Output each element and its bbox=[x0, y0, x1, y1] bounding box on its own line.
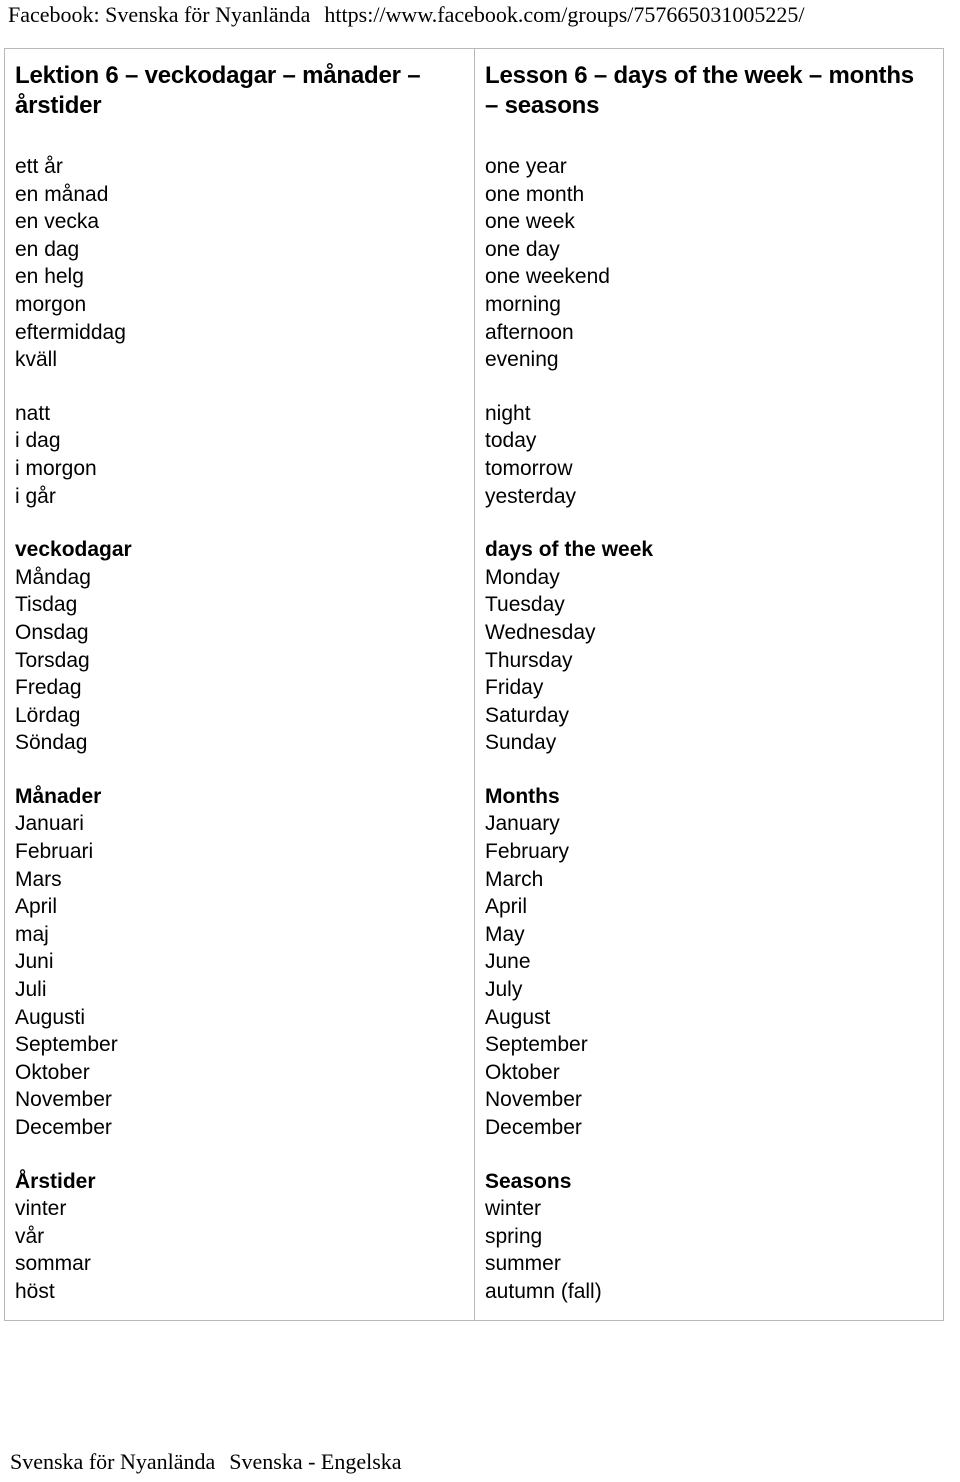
list-item: April bbox=[15, 895, 58, 919]
list-item: night bbox=[485, 401, 531, 425]
list-item: Sunday bbox=[485, 731, 557, 755]
section-heading: days of the week bbox=[485, 538, 654, 562]
list-item: January bbox=[485, 812, 560, 836]
list-item: September bbox=[15, 1033, 118, 1057]
list-item: vinter bbox=[15, 1197, 67, 1221]
list-item: Lördag bbox=[15, 703, 81, 727]
list-item: Fredag bbox=[15, 676, 82, 700]
english-block-months: Months January February March April May … bbox=[485, 783, 933, 1142]
list-item: March bbox=[485, 867, 544, 891]
list-item: Tisdag bbox=[15, 593, 78, 617]
section-heading: veckodagar bbox=[15, 538, 132, 562]
list-item: Söndag bbox=[15, 731, 88, 755]
list-item: February bbox=[485, 840, 570, 864]
list-item: en dag bbox=[15, 237, 80, 261]
vocabulary-table: Lektion 6 – veckodagar – månader – årsti… bbox=[4, 48, 944, 1321]
list-item: Juli bbox=[15, 978, 47, 1002]
page-footer: Svenska för Nyanlända Svenska - Engelska bbox=[10, 1448, 950, 1476]
list-item: morgon bbox=[15, 292, 87, 316]
list-item: one weekend bbox=[485, 265, 610, 289]
list-item: winter bbox=[485, 1197, 542, 1221]
list-item: maj bbox=[15, 922, 49, 946]
list-item: November bbox=[485, 1088, 582, 1112]
list-item: Måndag bbox=[15, 565, 91, 589]
list-item: höst bbox=[15, 1279, 55, 1303]
list-item: Thursday bbox=[485, 648, 573, 672]
list-item: Oktober bbox=[485, 1060, 560, 1084]
swedish-block-seasons: Årstider vinter vår sommar höst bbox=[15, 1168, 464, 1306]
list-item: i går bbox=[15, 484, 56, 508]
list-item: April bbox=[485, 895, 528, 919]
header-site-label: Facebook: Svenska för Nyanlända bbox=[8, 2, 311, 27]
list-item: summer bbox=[485, 1252, 561, 1276]
page-header: Facebook: Svenska för Nyanlända https://w… bbox=[8, 1, 952, 33]
swedish-block-relative-days: natt i dag i morgon i går bbox=[15, 400, 464, 510]
list-item: May bbox=[485, 922, 525, 946]
list-item: natt bbox=[15, 401, 51, 425]
english-column: Lesson 6 – days of the week – months – s… bbox=[475, 49, 943, 1320]
list-item: yesterday bbox=[485, 484, 577, 508]
section-heading: Seasons bbox=[485, 1169, 572, 1193]
footer-right-text: Svenska - Engelska bbox=[229, 1449, 402, 1474]
list-item: December bbox=[15, 1116, 112, 1139]
swedish-column: Lektion 6 – veckodagar – månader – årsti… bbox=[5, 49, 475, 1320]
list-item: vår bbox=[15, 1224, 45, 1248]
list-item: sommar bbox=[15, 1252, 91, 1276]
list-item: Mars bbox=[15, 867, 62, 891]
list-item: July bbox=[485, 978, 523, 1002]
list-item: morning bbox=[485, 292, 561, 316]
list-item: en vecka bbox=[15, 210, 100, 234]
english-block-relative-days: night today tomorrow yesterday bbox=[485, 400, 933, 510]
list-item: one month bbox=[485, 182, 585, 206]
list-item: kväll bbox=[15, 348, 58, 372]
list-item: en månad bbox=[15, 182, 109, 206]
list-item: en helg bbox=[15, 265, 84, 289]
list-item: December bbox=[485, 1116, 582, 1139]
list-item: Oktober bbox=[15, 1060, 90, 1084]
list-item: Wednesday bbox=[485, 620, 596, 644]
swedish-column-title: Lektion 6 – veckodagar – månader – årsti… bbox=[15, 62, 421, 119]
list-item: Friday bbox=[485, 676, 544, 700]
list-item: Januari bbox=[15, 812, 84, 836]
english-block-time-of-day: one year one month one week one day one … bbox=[485, 153, 933, 374]
list-item: August bbox=[485, 1005, 551, 1029]
list-item: tomorrow bbox=[485, 456, 573, 480]
list-item: Augusti bbox=[15, 1005, 86, 1029]
section-heading: Årstider bbox=[15, 1169, 96, 1193]
list-item: Onsdag bbox=[15, 620, 89, 644]
list-item: i dag bbox=[15, 429, 61, 453]
english-block-seasons: Seasons winter spring summer autumn (fal… bbox=[485, 1168, 933, 1306]
swedish-block-time-of-day: ett år en månad en vecka en dag en helg … bbox=[15, 153, 464, 374]
list-item: afternoon bbox=[485, 320, 574, 344]
list-item: November bbox=[15, 1088, 112, 1112]
list-item: today bbox=[485, 429, 537, 453]
list-item: Torsdag bbox=[15, 648, 90, 672]
footer-left-text: Svenska för Nyanlända bbox=[10, 1449, 216, 1474]
list-item: one day bbox=[485, 237, 560, 261]
header-url: https://www.facebook.com/groups/75766503… bbox=[324, 2, 805, 27]
list-item: one week bbox=[485, 210, 575, 234]
list-item: Februari bbox=[15, 840, 94, 864]
list-item: Juni bbox=[15, 950, 54, 974]
list-item: Tuesday bbox=[485, 593, 565, 617]
english-column-title: Lesson 6 – days of the week – months – s… bbox=[485, 62, 914, 119]
list-item: Monday bbox=[485, 565, 560, 589]
list-item: autumn (fall) bbox=[485, 1279, 602, 1303]
list-item: spring bbox=[485, 1224, 543, 1248]
list-item: i morgon bbox=[15, 456, 97, 480]
swedish-block-weekdays: veckodagar Måndag Tisdag Onsdag Torsdag … bbox=[15, 536, 464, 757]
list-item: eftermiddag bbox=[15, 320, 126, 344]
list-item: evening bbox=[485, 348, 559, 372]
section-heading: Months bbox=[485, 784, 560, 808]
list-item: September bbox=[485, 1033, 588, 1057]
list-item: one year bbox=[485, 155, 567, 178]
list-item: ett år bbox=[15, 155, 63, 178]
list-item: June bbox=[485, 950, 531, 974]
english-block-weekdays: days of the week Monday Tuesday Wednesda… bbox=[485, 536, 933, 757]
section-heading: Månader bbox=[15, 784, 102, 808]
list-item: Saturday bbox=[485, 703, 570, 727]
swedish-block-months: Månader Januari Februari Mars April maj … bbox=[15, 783, 464, 1142]
